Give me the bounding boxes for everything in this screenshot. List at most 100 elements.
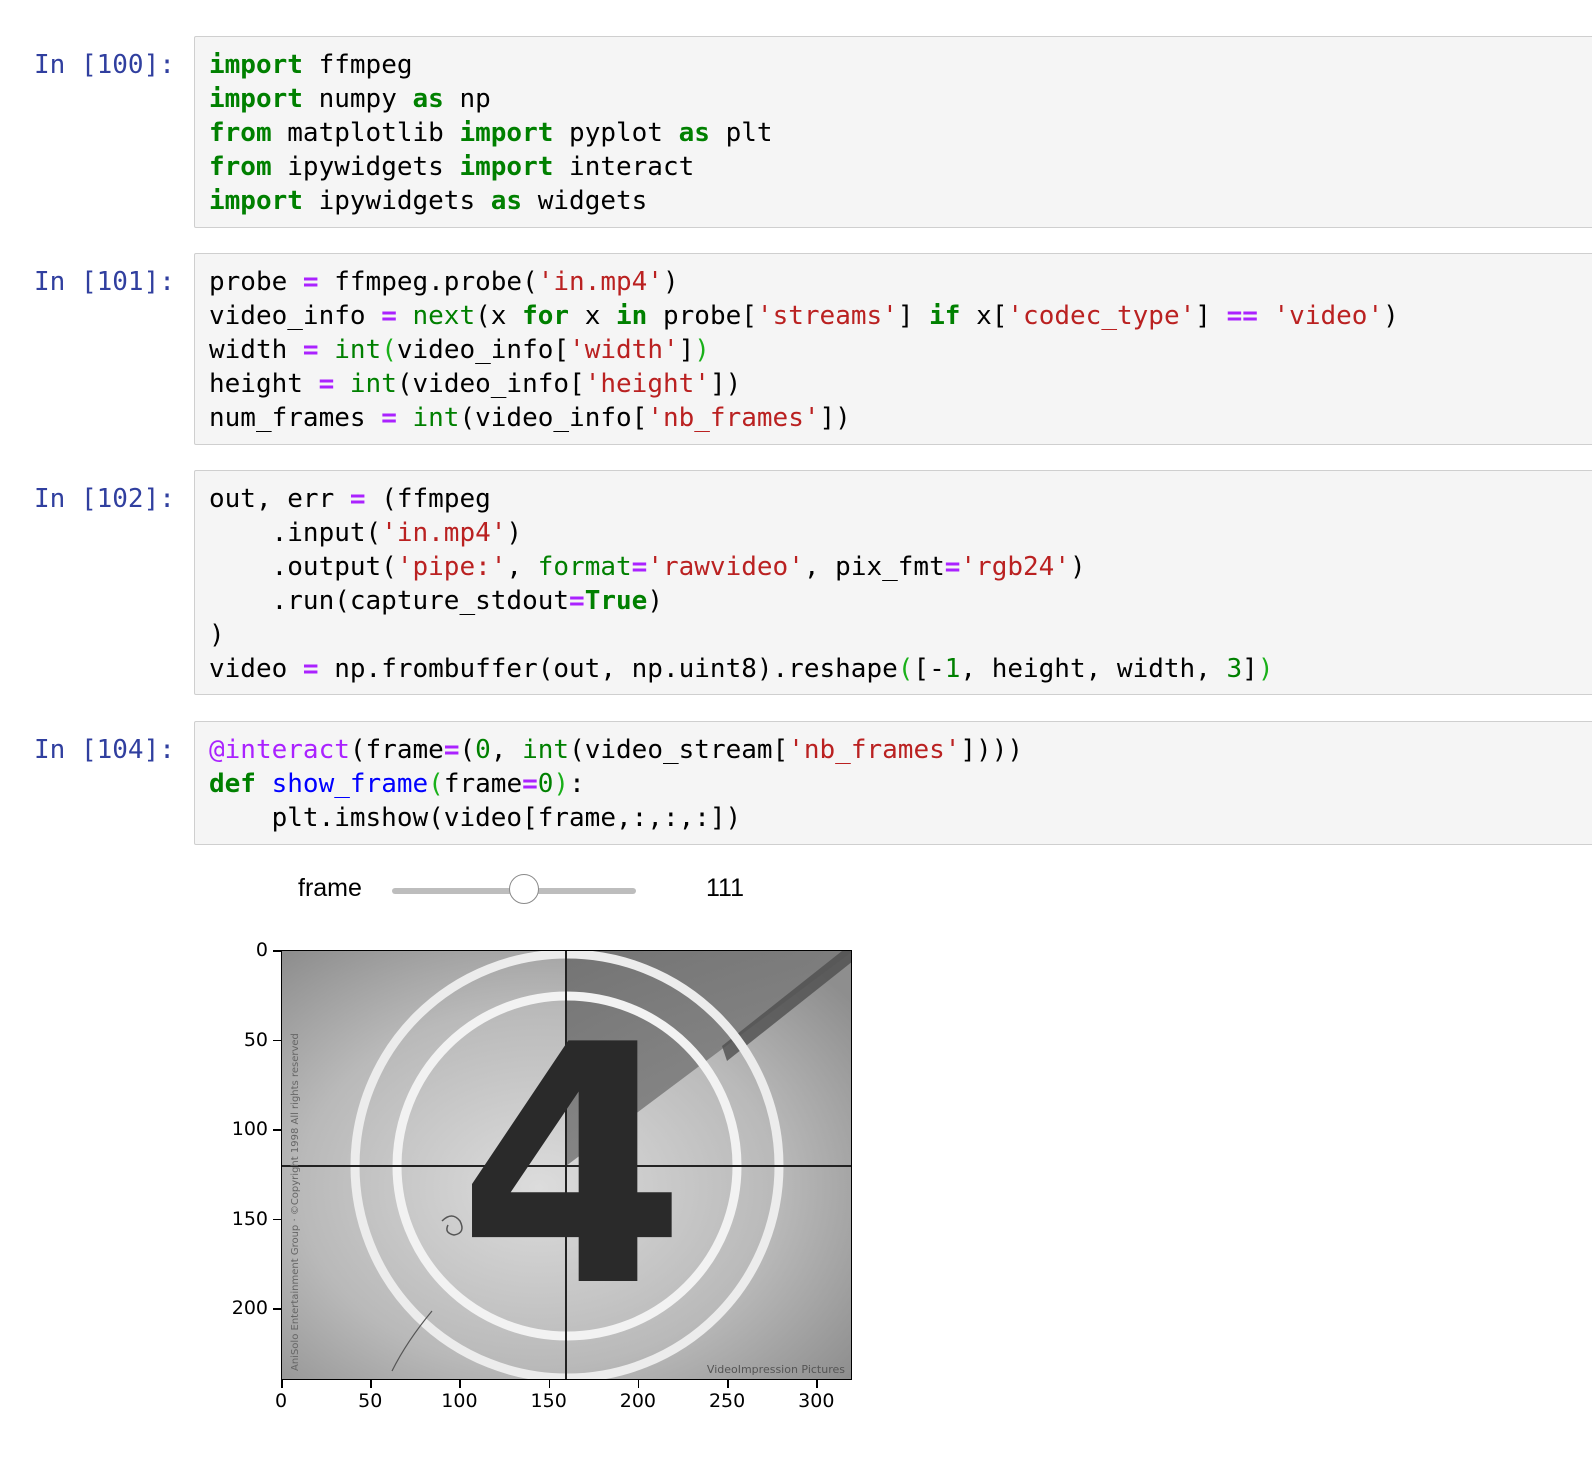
- code-token: (frame: [349, 735, 444, 765]
- code-token: =: [381, 301, 397, 331]
- y-tick-label: 0: [255, 939, 268, 961]
- code-token: np: [443, 84, 491, 114]
- code-token: .input(: [209, 518, 382, 548]
- code-token: ipywidgets: [271, 152, 460, 182]
- code-token: 'video': [1273, 301, 1384, 331]
- code-token: (: [459, 735, 476, 765]
- code-cell[interactable]: In [100]: import ffmpeg import numpy as np…: [0, 36, 1592, 228]
- y-tick-label: 200: [231, 1297, 268, 1320]
- frame-watermark-side: AniSolo Entertainment Group · ©Copyright…: [290, 1033, 301, 1371]
- code-line: probe = ffmpeg.probe('in.mp4'): [209, 265, 1399, 299]
- code-token: ): [694, 335, 710, 365]
- code-token: ]: [1242, 654, 1258, 684]
- code-token: frame: [443, 769, 523, 799]
- code-token: import: [459, 118, 554, 148]
- code-line: video = np.frombuffer(out, np.uint8).res…: [209, 652, 1273, 686]
- slider-label: frame: [298, 874, 362, 902]
- imshow-plot: 4 VideoImpression Pictures AniSolo Enter…: [210, 930, 890, 1450]
- cell-input-area[interactable]: probe = ffmpeg.probe('in.mp4') video_info…: [194, 253, 1592, 445]
- slider-track[interactable]: [392, 874, 636, 904]
- cell-input-area[interactable]: @interact(frame=(0, int(video_stream['nb…: [194, 721, 1592, 845]
- code-token: 'in.mp4': [381, 518, 507, 548]
- code-token: .output(: [209, 552, 397, 582]
- code-token: [-: [913, 654, 945, 684]
- code-token: (: [381, 335, 397, 365]
- code-token: 'nb_frames': [647, 403, 820, 433]
- y-tick-mark: [273, 1218, 281, 1221]
- code-cell[interactable]: In [101]: probe = ffmpeg.probe('in.mp4') v…: [0, 253, 1592, 445]
- code-token: (: [897, 654, 914, 684]
- code-token: as: [490, 186, 523, 216]
- cell-prompt: In [102]:: [34, 484, 175, 514]
- cell-input-area[interactable]: import ffmpeg import numpy as np from matp…: [194, 36, 1592, 228]
- code-token: def: [209, 769, 256, 799]
- code-token: interact: [553, 152, 695, 182]
- y-tick-label: 150: [231, 1207, 268, 1230]
- code-token: video: [209, 654, 303, 684]
- code-token: np.frombuffer(out, np.uint8).reshape: [318, 654, 898, 684]
- code-token: num_frames: [209, 403, 382, 433]
- code-editor[interactable]: @interact(frame=(0, int(video_stream['nb…: [209, 733, 1023, 835]
- code-token: import: [209, 84, 303, 114]
- code-token: 'pipe:': [396, 552, 507, 582]
- code-token: =: [302, 335, 319, 365]
- code-line: .input('in.mp4'): [209, 516, 1273, 550]
- code-token: @interact: [209, 735, 350, 765]
- code-token: width: [209, 335, 303, 365]
- cell-input-area[interactable]: out, err = (ffmpeg .input('in.mp4') .out…: [194, 470, 1592, 695]
- code-token: ): [209, 620, 225, 650]
- video-frame-image: 4 VideoImpression Pictures AniSolo Enter…: [282, 951, 851, 1379]
- code-editor[interactable]: probe = ffmpeg.probe('in.mp4') video_info…: [209, 265, 1399, 435]
- code-token: ffmpeg: [302, 50, 413, 80]
- code-cell[interactable]: In [104]: @interact(frame=(0, int(video_s…: [0, 721, 1592, 845]
- y-tick-mark: [273, 950, 281, 952]
- code-token: plt: [709, 118, 773, 148]
- code-token: 'height': [584, 369, 710, 399]
- code-token: ): [506, 518, 523, 548]
- code-token: x: [569, 301, 617, 331]
- code-editor[interactable]: out, err = (ffmpeg .input('in.mp4') .out…: [209, 482, 1273, 686]
- code-line: video_info = next(x for x in probe['stre…: [209, 299, 1399, 333]
- code-token: 0: [475, 735, 491, 765]
- code-token: 'width': [569, 335, 679, 365]
- code-token: ]: [897, 301, 930, 331]
- code-token: , pix_fmt: [803, 552, 945, 582]
- code-line: out, err = (ffmpeg: [209, 482, 1273, 516]
- code-token: for: [522, 301, 570, 331]
- code-token: import: [459, 152, 554, 182]
- code-token: if: [929, 301, 961, 331]
- frame-slider-widget: frame 111: [298, 872, 778, 912]
- x-tick-mark: [370, 1380, 372, 1388]
- code-editor[interactable]: import ffmpeg import numpy as np from matp…: [209, 48, 773, 218]
- code-line: def show_frame(frame=0):: [209, 767, 1023, 801]
- x-tick-label: 50: [358, 1390, 383, 1412]
- slider-handle[interactable]: [508, 874, 539, 904]
- code-token: show_frame: [271, 769, 429, 799]
- x-tick-label: 0: [274, 1390, 288, 1412]
- code-token: ): [662, 267, 679, 297]
- code-token: height: [209, 369, 319, 399]
- frame-watermark-bottom: VideoImpression Pictures: [707, 1363, 845, 1376]
- cell-prompt: In [100]:: [34, 50, 175, 80]
- code-line: from matplotlib import pyplot as plt: [209, 116, 773, 150]
- code-token: ffmpeg.probe(: [318, 267, 538, 297]
- code-token: widgets: [522, 186, 648, 216]
- code-line: plt.imshow(video[frame,:,:,:]): [209, 801, 1023, 835]
- code-token: 'codec_type': [1007, 301, 1196, 331]
- code-token: =: [944, 552, 961, 582]
- code-token: 3: [1226, 654, 1243, 684]
- plot-axes: 4 VideoImpression Pictures AniSolo Enter…: [281, 950, 852, 1380]
- code-token: =: [631, 552, 648, 582]
- code-line: ): [209, 618, 1273, 652]
- code-token: =: [318, 369, 335, 399]
- code-token: 1: [944, 654, 961, 684]
- code-token: (video_stream[: [569, 735, 789, 765]
- code-token: ]): [709, 369, 742, 399]
- code-cell[interactable]: In [102]: out, err = (ffmpeg .input('in.m…: [0, 470, 1592, 695]
- code-line: .output('pipe:', format='rawvideo', pix_…: [209, 550, 1273, 584]
- x-tick-mark: [727, 1380, 729, 1388]
